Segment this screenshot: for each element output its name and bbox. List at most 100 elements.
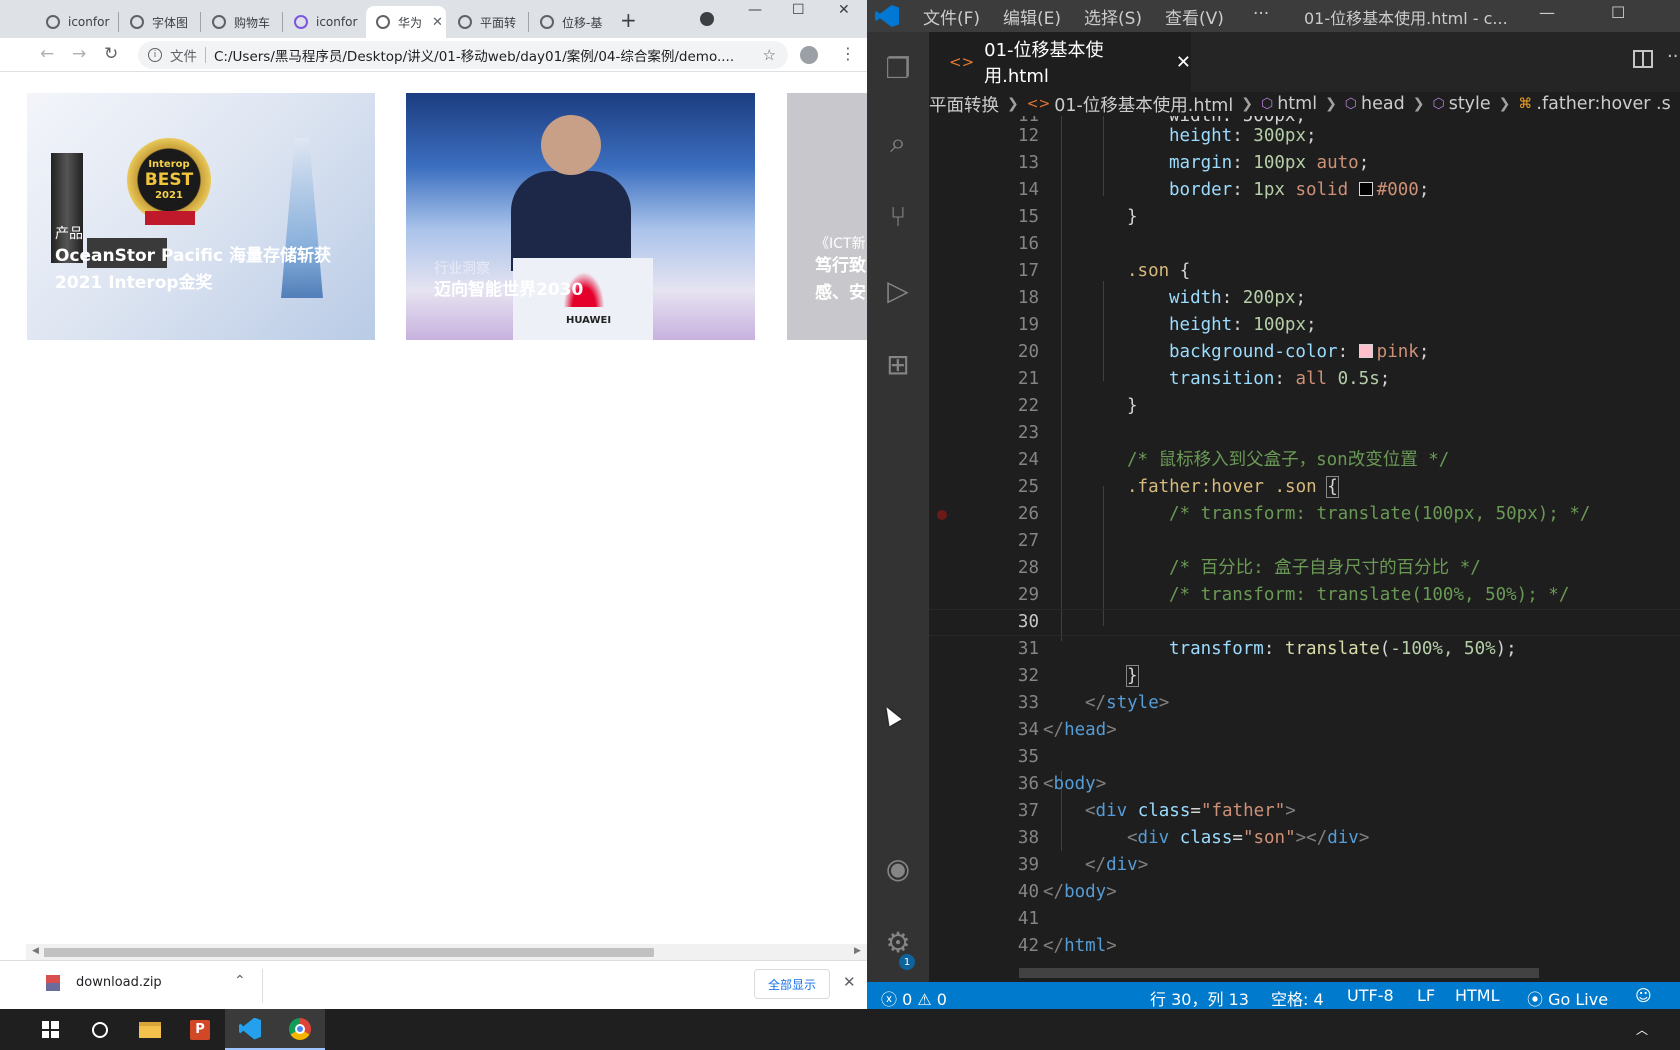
menu-kebab-icon[interactable]: ⋮ (840, 44, 856, 63)
line-number: 20 (1017, 342, 1039, 362)
code-editor[interactable]: 11 width: 500px; 12 height: 300px; 13 margi… (929, 116, 1680, 980)
line-number: 25 (1017, 477, 1039, 497)
breadcrumb-item[interactable]: ⬡ head (1345, 94, 1405, 114)
close-tab-icon[interactable]: ✕ (432, 15, 443, 30)
color-swatch[interactable] (1358, 344, 1373, 358)
token-number: 100px (1253, 153, 1306, 173)
token-value: all (1295, 369, 1328, 389)
account-icon[interactable]: ◉ (881, 852, 915, 886)
taskbar-powerpoint[interactable]: P (175, 1009, 225, 1050)
bookmark-star-icon[interactable]: ☆ (763, 46, 776, 64)
code-text: </div> (1085, 855, 1149, 875)
code-text: } (1126, 663, 1139, 690)
token-tag: head (1064, 720, 1107, 740)
close-icon[interactable]: ✕ (1176, 52, 1191, 73)
breadcrumb-label: .father:hover .s (1536, 94, 1671, 114)
download-filename[interactable]: download.zip (76, 975, 162, 990)
go-live-button[interactable]: ⦿ Go Live (1527, 986, 1608, 1009)
current-line-highlight (929, 609, 1680, 636)
explorer-icon[interactable]: ❐ (881, 52, 915, 86)
editor-horizontal-scrollbar[interactable] (1019, 968, 1539, 978)
breadcrumb-item[interactable]: ⬡ style (1432, 94, 1490, 114)
extensions-icon[interactable]: ⊞ (881, 348, 915, 382)
search-icon[interactable]: ⌕ (881, 126, 915, 160)
taskbar-chrome[interactable] (275, 1009, 325, 1050)
line-ending[interactable]: LF (1417, 986, 1435, 1005)
breadcrumb-item[interactable]: <> 01-位移基本使用.html (1027, 92, 1233, 116)
close-window-icon[interactable]: ✕ (838, 2, 850, 18)
breadcrumb-item[interactable]: 平面转换 (929, 92, 999, 116)
browser-tab-active[interactable]: 华为 ✕ (366, 6, 446, 38)
breadcrumb-item[interactable]: ⬡ html (1261, 94, 1317, 114)
news-card[interactable]: HUAWEI 行业洞察 迈向智能世界2030 (406, 93, 755, 340)
language-mode[interactable]: HTML (1455, 986, 1500, 1005)
info-icon[interactable]: i (148, 48, 162, 62)
token-selector: .father:hover .son (1127, 477, 1317, 497)
token-number: 1px (1253, 180, 1285, 200)
scroll-right-icon[interactable]: ▶ (854, 946, 861, 956)
taskbar-search[interactable] (75, 1009, 125, 1050)
news-card[interactable]: Interop BEST 2021 产品 OceanStor Pacific 海… (27, 93, 375, 340)
chevron-up-icon[interactable]: ⌃ (234, 973, 246, 989)
address-url: C:/Users/黑马程序员/Desktop/讲义/01-移动web/day01… (214, 49, 735, 65)
maximize-icon[interactable]: ☐ (1611, 3, 1625, 22)
menu-edit[interactable]: 编辑(E) (1003, 4, 1061, 29)
forward-arrow-icon[interactable]: → (72, 44, 86, 64)
show-all-button[interactable]: 全部显示 (754, 969, 830, 999)
breadcrumb-label: 平面转换 (929, 95, 999, 116)
encoding[interactable]: UTF-8 (1347, 986, 1394, 1005)
start-button[interactable] (25, 1009, 75, 1050)
minimize-icon[interactable]: — (748, 2, 762, 18)
back-arrow-icon[interactable]: ← (40, 44, 54, 64)
maximize-icon[interactable]: ☐ (792, 2, 805, 18)
taskbar-explorer[interactable] (125, 1009, 175, 1050)
editor-tab-active[interactable]: <> 01-位移基本使用.html ✕ (929, 32, 1191, 92)
menu-file[interactable]: 文件(F) (923, 4, 980, 29)
tab-search-icon[interactable] (700, 12, 714, 26)
browser-tab[interactable]: iconfor (284, 6, 364, 38)
code-line: 18 width: 200px; (929, 285, 1680, 312)
search-icon (92, 1021, 108, 1038)
horizontal-scrollbar[interactable]: ◀ ▶ (26, 944, 867, 960)
line-number: 30 (1017, 612, 1039, 632)
code-line: 33 </style> (929, 690, 1680, 717)
problems-indicator[interactable]: ⓧ 0 ⚠ 0 (881, 986, 947, 1009)
browser-tab[interactable]: 位移-基 (530, 6, 610, 38)
browser-tab[interactable]: 购物车 (202, 6, 282, 38)
menu-view[interactable]: 查看(V) (1165, 4, 1224, 29)
run-debug-icon[interactable]: ▷ (881, 274, 915, 308)
badge-ribbon (145, 211, 195, 225)
source-control-icon[interactable]: ⑂ (881, 200, 915, 234)
code-line: 15} (929, 204, 1680, 231)
feedback-icon[interactable]: ☺ (1635, 986, 1652, 1005)
tray-chevron-icon[interactable]: ︿ (1636, 1021, 1648, 1038)
globe-icon (458, 15, 472, 29)
menu-more[interactable]: ··· (1253, 4, 1269, 24)
minimize-icon[interactable]: — (1539, 3, 1555, 22)
menu-selection[interactable]: 选择(S) (1084, 4, 1142, 29)
browser-tab[interactable]: 字体图 (120, 6, 200, 38)
split-editor-icon[interactable] (1633, 50, 1653, 68)
new-tab-button[interactable]: + (620, 8, 637, 32)
browser-tab[interactable]: 平面转 (448, 6, 528, 38)
card-title: 迈向智能世界2030 (434, 280, 584, 300)
close-download-bar-icon[interactable]: ✕ (843, 973, 856, 991)
code-text: width: 200px; (1169, 288, 1306, 308)
indentation[interactable]: 空格: 4 (1271, 986, 1324, 1009)
breadcrumb-item[interactable]: ⌘ .father:hover .s (1518, 94, 1670, 114)
browser-tab[interactable]: iconfor (36, 6, 118, 38)
cursor-position[interactable]: 行 30，列 13 (1150, 986, 1249, 1009)
line-number: 15 (1017, 207, 1039, 227)
reload-icon[interactable]: ↻ (104, 44, 118, 64)
news-card[interactable]: 《ICT新 笃行致 感、安 (787, 93, 867, 340)
scroll-left-icon[interactable]: ◀ (32, 946, 39, 956)
globe-icon (376, 15, 390, 29)
address-bar[interactable]: i 文件 C:/Users/黑马程序员/Desktop/讲义/01-移动web/… (138, 41, 788, 69)
scrollbar-thumb[interactable] (44, 948, 654, 957)
more-actions-icon[interactable]: ··· (1667, 46, 1680, 67)
profile-avatar-icon[interactable] (800, 46, 818, 64)
chevron-right-icon: ❯ (1007, 96, 1019, 112)
code-text: </head> (1043, 720, 1117, 740)
color-swatch[interactable] (1358, 182, 1373, 196)
taskbar-vscode[interactable] (225, 1009, 275, 1050)
